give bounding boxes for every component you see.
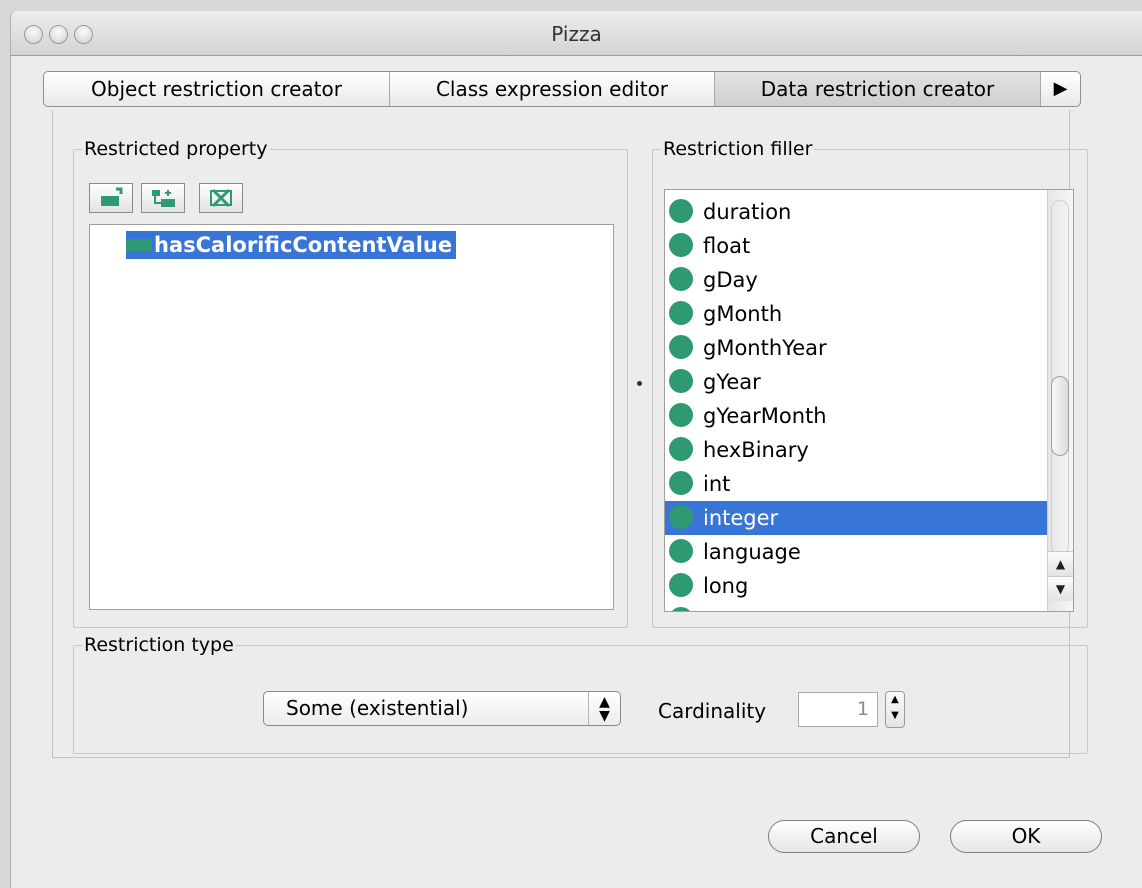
delete-property-icon	[210, 188, 232, 208]
list-item[interactable]: long	[665, 569, 1047, 603]
restriction-type-legend: Restriction type	[84, 634, 234, 656]
datatype-list: duration float gDay gMonth gMonthYear gY…	[664, 189, 1074, 612]
cardinality-label: Cardinality	[658, 699, 767, 723]
list-item-label: integer	[703, 506, 779, 530]
datatype-icon	[669, 267, 693, 291]
list-item[interactable]: gDay	[665, 263, 1047, 297]
window-title: Pizza	[551, 22, 602, 46]
datatype-icon	[669, 233, 693, 257]
list-item-partial[interactable]	[665, 603, 1047, 611]
restricted-property-legend: Restricted property	[84, 138, 268, 160]
scroll-down-arrow-icon[interactable]: ▼	[1048, 576, 1073, 601]
list-item-label: gYear	[703, 370, 761, 394]
delete-property-button[interactable]	[199, 183, 243, 213]
list-item[interactable]: gMonthYear	[665, 331, 1047, 365]
list-item[interactable]: language	[665, 535, 1047, 569]
list-item-label: duration	[703, 200, 792, 224]
data-property-icon	[126, 238, 152, 251]
property-tree: hasCalorificContentValue	[89, 224, 614, 610]
list-item[interactable]: hexBinary	[665, 433, 1047, 467]
datatype-icon	[669, 539, 693, 563]
datatype-icon	[669, 471, 693, 495]
datatype-icon	[669, 301, 693, 325]
list-item[interactable]: duration	[665, 195, 1047, 229]
splitter-handle[interactable]	[637, 381, 642, 386]
cardinality-stepper[interactable]: ▲ ▼	[885, 691, 905, 728]
datatype-icon	[669, 573, 693, 597]
select-chevron-icon: ▲ ▼	[588, 692, 620, 725]
datatype-icon	[669, 505, 693, 529]
restriction-type-select[interactable]: Some (existential) ▲ ▼	[263, 691, 621, 726]
datatype-icon	[669, 403, 693, 427]
add-subproperty-button[interactable]	[89, 183, 133, 213]
ok-button[interactable]: OK	[950, 820, 1102, 853]
datatype-icon	[669, 335, 693, 359]
list-item[interactable]: gMonth	[665, 297, 1047, 331]
cardinality-field[interactable]: 1	[798, 692, 878, 727]
property-item-label: hasCalorificContentValue	[154, 233, 453, 257]
list-item-selected[interactable]: integer	[665, 501, 1047, 535]
list-item-label: hexBinary	[703, 438, 809, 462]
list-item[interactable]: gYear	[665, 365, 1047, 399]
datatype-icon	[669, 437, 693, 461]
list-item-label: float	[703, 234, 751, 258]
tab-bar: Object restriction creator Class express…	[43, 71, 1081, 107]
list-item[interactable]: gYearMonth	[665, 399, 1047, 433]
datatype-list-items: duration float gDay gMonth gMonthYear gY…	[665, 195, 1047, 611]
tab-object-restriction-creator[interactable]: Object restriction creator	[44, 72, 390, 106]
datatype-list-scrollbar[interactable]: ▲ ▼	[1047, 190, 1073, 611]
datatype-icon	[669, 369, 693, 393]
cancel-button[interactable]: Cancel	[768, 820, 920, 853]
list-item-label: int	[703, 472, 731, 496]
list-item-label: language	[703, 540, 801, 564]
datatype-icon	[669, 607, 693, 611]
tab-class-expression-editor[interactable]: Class expression editor	[390, 72, 715, 106]
add-sibling-property-button[interactable]	[141, 183, 185, 213]
tab-overflow-arrow[interactable]: ▶	[1041, 72, 1080, 106]
datatype-icon	[669, 199, 693, 223]
list-item[interactable]: float	[665, 229, 1047, 263]
restriction-filler-legend: Restriction filler	[663, 138, 813, 160]
tab-data-restriction-creator[interactable]: Data restriction creator	[715, 72, 1041, 106]
restriction-type-value: Some (existential)	[286, 696, 469, 720]
property-toolbar	[89, 183, 249, 213]
list-item-label: gMonthYear	[703, 336, 827, 360]
add-sibling-property-icon	[152, 190, 175, 207]
list-item-label: gYearMonth	[703, 404, 827, 428]
add-subproperty-icon	[101, 187, 123, 206]
list-item-label: gMonth	[703, 302, 783, 326]
list-item-label: long	[703, 574, 749, 598]
scroll-thumb[interactable]	[1051, 376, 1069, 456]
list-item-label: gDay	[703, 268, 758, 292]
title-bar: Pizza	[11, 11, 1142, 56]
property-item-selected[interactable]: hasCalorificContentValue	[126, 231, 457, 259]
list-item[interactable]: int	[665, 467, 1047, 501]
scroll-up-arrow-icon[interactable]: ▲	[1048, 551, 1073, 576]
